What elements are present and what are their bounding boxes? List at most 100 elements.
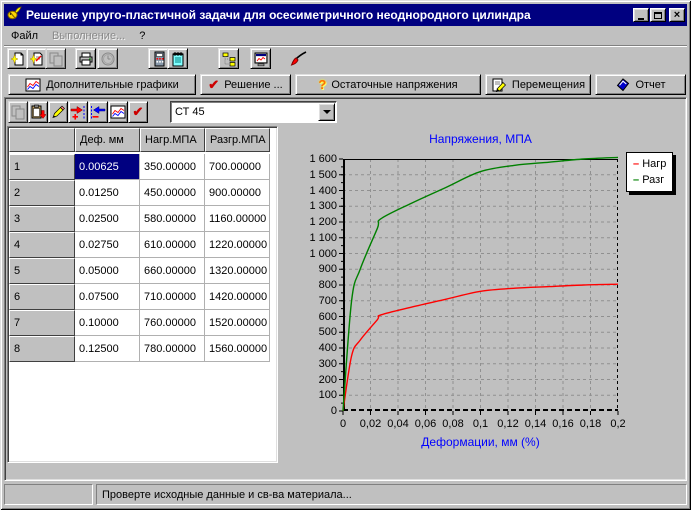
window-title: Решение упруго-пластичной задачи для осе… bbox=[26, 8, 632, 22]
table-cell[interactable]: 0.10000 bbox=[75, 310, 140, 336]
table-cell[interactable]: 350.00000 bbox=[140, 154, 205, 180]
chart-icon bbox=[25, 78, 41, 92]
combobox-dropdown-button[interactable] bbox=[318, 103, 335, 121]
question-icon: ? bbox=[318, 77, 326, 92]
table-cell[interactable]: 1320.00000 bbox=[205, 258, 270, 284]
data-table: Деф. мм Нагр.МПА Разгр.МПА 1 0.00625 350… bbox=[9, 128, 270, 362]
table-cell[interactable]: 580.00000 bbox=[140, 206, 205, 232]
brush-icon bbox=[290, 50, 308, 68]
new-file-button[interactable] bbox=[7, 48, 28, 69]
table-cell[interactable]: 760.00000 bbox=[140, 310, 205, 336]
row-header[interactable]: 8 bbox=[9, 336, 75, 362]
y-tick-label: 300 bbox=[285, 358, 337, 370]
tab-solution[interactable]: ✔ Решение ... bbox=[200, 74, 291, 95]
copy-pages-button[interactable] bbox=[45, 48, 66, 69]
tab-report[interactable]: Отчет bbox=[595, 74, 686, 95]
clock-button[interactable] bbox=[97, 48, 118, 69]
table-cell[interactable]: 0.02500 bbox=[75, 206, 140, 232]
tab-residual-stresses[interactable]: ? Остаточные напряжения bbox=[295, 74, 481, 95]
table-cell[interactable]: 0.01250 bbox=[75, 180, 140, 206]
brush-button[interactable] bbox=[288, 48, 309, 69]
legend-swatch-load: – bbox=[633, 158, 639, 170]
delete-row-icon bbox=[90, 104, 106, 120]
minimize-icon bbox=[638, 18, 644, 20]
calculator-button[interactable] bbox=[148, 48, 169, 69]
table-cell[interactable]: 0.07500 bbox=[75, 284, 140, 310]
row-header[interactable]: 3 bbox=[9, 206, 75, 232]
red-check-icon: ✔ bbox=[208, 77, 219, 93]
title-bar: Решение упруго-пластичной задачи для осе… bbox=[4, 4, 687, 26]
table-cell[interactable]: 0.02750 bbox=[75, 232, 140, 258]
table-cell[interactable]: 1560.00000 bbox=[205, 336, 270, 362]
plot-button[interactable] bbox=[108, 101, 128, 123]
y-tick-label: 1 500 bbox=[285, 169, 337, 181]
app-icon bbox=[6, 5, 22, 26]
row-header[interactable]: 5 bbox=[9, 258, 75, 284]
legend-label: Нагр bbox=[642, 158, 666, 170]
table-cell[interactable]: 450.00000 bbox=[140, 180, 205, 206]
row-header[interactable]: 2 bbox=[9, 180, 75, 206]
row-header[interactable]: 1 bbox=[9, 154, 75, 180]
y-tick-label: 400 bbox=[285, 342, 337, 354]
y-tick-label: 1 600 bbox=[285, 153, 337, 165]
column-header-load: Нагр.МПА bbox=[140, 128, 205, 152]
paste-icon bbox=[30, 104, 46, 120]
table-cell[interactable]: 660.00000 bbox=[140, 258, 205, 284]
legend-label: Разг bbox=[642, 174, 664, 186]
table-cell[interactable]: 1520.00000 bbox=[205, 310, 270, 336]
row-header[interactable]: 7 bbox=[9, 310, 75, 336]
table-cell[interactable]: 0.00625 bbox=[75, 154, 140, 180]
table-cell[interactable]: 1160.00000 bbox=[205, 206, 270, 232]
tree-view-button[interactable] bbox=[218, 48, 239, 69]
minimize-button[interactable] bbox=[633, 8, 649, 22]
row-header[interactable]: 4 bbox=[9, 232, 75, 258]
table-cell[interactable]: 610.00000 bbox=[140, 232, 205, 258]
results-window-button[interactable] bbox=[250, 48, 271, 69]
menu-run: Выполнение... bbox=[45, 28, 132, 44]
tree-icon bbox=[221, 51, 237, 67]
y-tick-label: 1 300 bbox=[285, 200, 337, 212]
red-check-icon: ✔ bbox=[133, 104, 144, 120]
y-tick-label: 1 100 bbox=[285, 232, 337, 244]
y-tick-label: 1 400 bbox=[285, 185, 337, 197]
apply-button[interactable]: ✔ bbox=[128, 101, 148, 123]
paste-button[interactable] bbox=[28, 101, 48, 123]
menu-help[interactable]: ? bbox=[132, 28, 152, 44]
tab-label: Отчет bbox=[635, 79, 665, 91]
table-cell[interactable]: 0.12500 bbox=[75, 336, 140, 362]
calculator-icon bbox=[151, 51, 167, 67]
open-file-button[interactable] bbox=[26, 48, 47, 69]
y-tick-label: 700 bbox=[285, 295, 337, 307]
print-button[interactable] bbox=[75, 48, 96, 69]
close-button[interactable]: × bbox=[669, 8, 685, 22]
tab-displacements[interactable]: Перемещения bbox=[485, 74, 591, 95]
menu-file[interactable]: Файл bbox=[4, 28, 45, 44]
maximize-icon bbox=[654, 12, 662, 19]
pencil-icon bbox=[50, 104, 66, 120]
table-cell[interactable]: 900.00000 bbox=[205, 180, 270, 206]
table-cell[interactable]: 780.00000 bbox=[140, 336, 205, 362]
notepad-icon bbox=[170, 51, 186, 67]
legend-item-load: – Нагр bbox=[633, 156, 666, 172]
material-combobox[interactable]: СТ 45 bbox=[170, 101, 337, 123]
table-cell[interactable]: 710.00000 bbox=[140, 284, 205, 310]
table-cell[interactable]: 700.00000 bbox=[205, 154, 270, 180]
chevron-down-icon bbox=[323, 110, 331, 114]
tab-additional-charts[interactable]: Дополнительные графики bbox=[8, 74, 196, 95]
maximize-button[interactable] bbox=[650, 8, 666, 22]
table-cell[interactable]: 1220.00000 bbox=[205, 232, 270, 258]
new-file-icon bbox=[10, 51, 26, 67]
edit-button[interactable] bbox=[48, 101, 68, 123]
notes-button[interactable] bbox=[167, 48, 188, 69]
table-cell[interactable]: 1420.00000 bbox=[205, 284, 270, 310]
tab-label: Перемещения bbox=[512, 79, 585, 91]
row-header[interactable]: 6 bbox=[9, 284, 75, 310]
table-corner-header bbox=[9, 128, 75, 152]
app-window: Решение упруго-пластичной задачи для осе… bbox=[0, 0, 691, 510]
printer-icon bbox=[78, 51, 94, 67]
status-message: Проверте исходные данные и св-ва материа… bbox=[96, 484, 687, 505]
add-row-button[interactable] bbox=[68, 101, 88, 123]
table-cell[interactable]: 0.05000 bbox=[75, 258, 140, 284]
copy-button[interactable] bbox=[8, 101, 28, 123]
delete-row-button[interactable] bbox=[88, 101, 108, 123]
